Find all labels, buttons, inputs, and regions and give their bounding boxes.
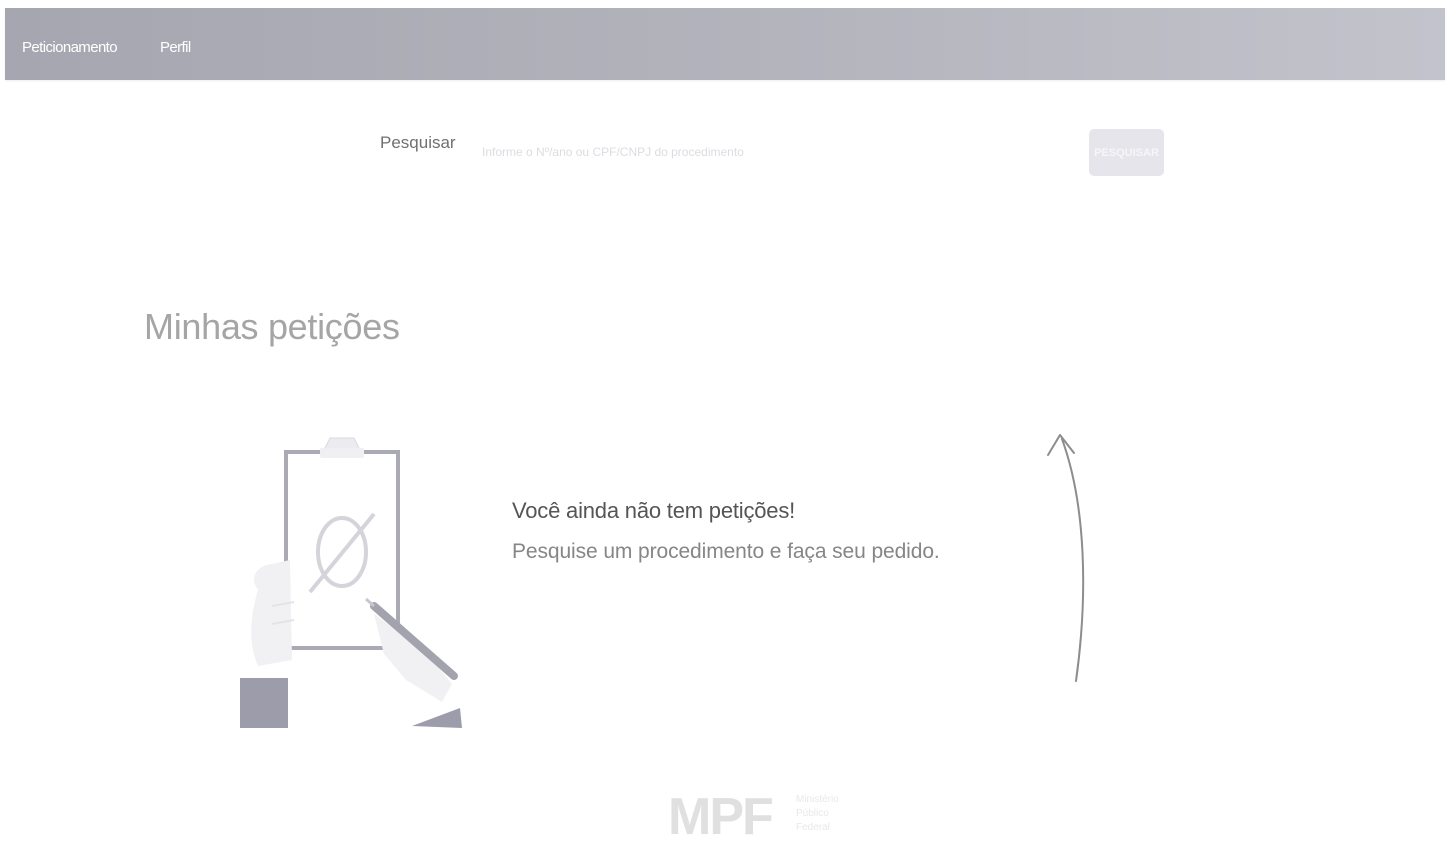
empty-state-subtitle: Pesquise um procedimento e faça seu pedi… (512, 540, 940, 563)
logo-text-line: Federal (796, 822, 830, 833)
search-input[interactable] (478, 138, 1070, 166)
page-title: Minhas petições (144, 306, 400, 347)
clipboard-clip-base (320, 448, 364, 458)
logo-text: Ministério Público Federal (796, 793, 839, 835)
right-sleeve (412, 708, 462, 728)
search-button[interactable]: PESQUISAR (1089, 129, 1164, 176)
empty-state-title: Você ainda não tem petições! (512, 498, 796, 523)
footer-logo: MPF Ministério Público Federal (668, 787, 878, 847)
search-label: Pesquisar (380, 133, 456, 152)
logo-text-line: Público (796, 808, 829, 819)
left-sleeve (240, 678, 288, 728)
nav-item-perfil[interactable]: Perfil (160, 39, 191, 56)
left-hand (251, 560, 292, 666)
top-navbar: Peticionamento Perfil (5, 8, 1445, 80)
right-hand (374, 614, 452, 702)
nav-item-peticionamento[interactable]: Peticionamento (22, 39, 118, 56)
clipboard-empty-set-icon (240, 437, 462, 728)
page: Peticionamento Perfil Pesquisar PESQUISA… (0, 0, 1450, 856)
logo-mark: MPF (668, 788, 774, 846)
curved-arrow-up-icon (1047, 434, 1085, 682)
logo-text-line: Ministério (796, 794, 839, 805)
